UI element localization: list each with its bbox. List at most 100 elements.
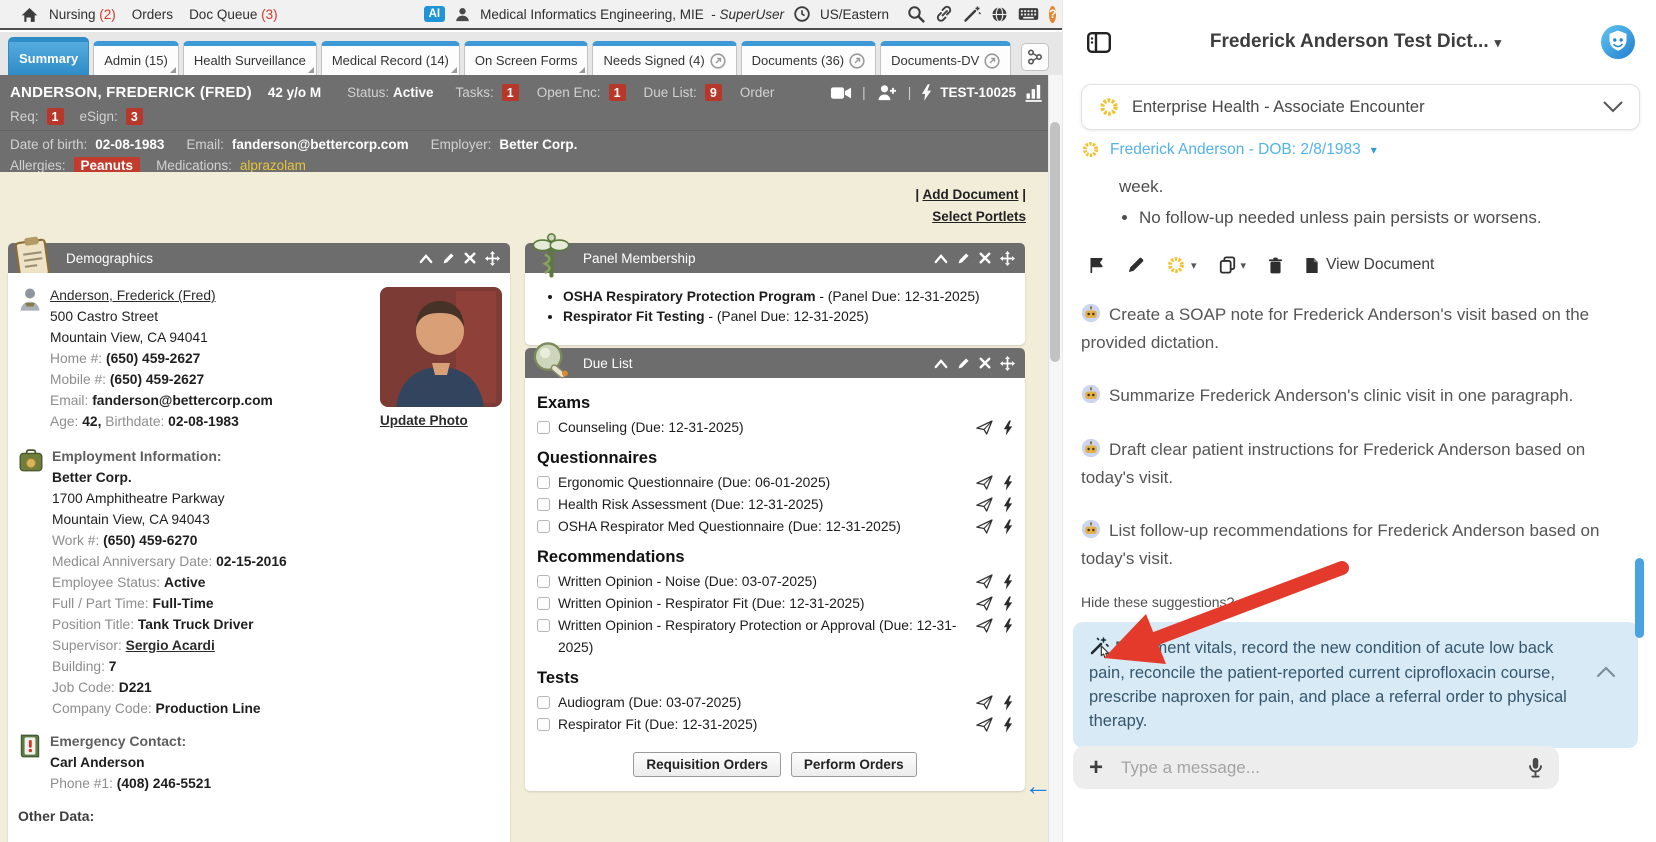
tab-needs-signed[interactable]: Needs Signed (4) [592, 41, 736, 75]
bolt-icon[interactable] [921, 84, 932, 101]
link-icon[interactable] [935, 5, 953, 23]
req-badge[interactable]: 1 [47, 108, 64, 125]
bolt-icon[interactable] [1003, 420, 1013, 436]
action-suggestion[interactable]: Document vitals, record the new conditio… [1073, 622, 1638, 748]
tab-medical-record[interactable]: Medical Record (14) [321, 41, 460, 75]
tab-health-surveillance[interactable]: Health Surveillance [183, 41, 317, 75]
video-camera-icon[interactable] [830, 86, 852, 100]
bolt-icon[interactable] [1003, 519, 1013, 535]
view-document-button[interactable]: View Document [1305, 256, 1434, 274]
patient-name-link[interactable]: Anderson, Frederick (Fred) [50, 288, 216, 303]
tab-summary[interactable]: Summary [8, 37, 89, 75]
requisition-orders-button[interactable]: Requisition Orders [633, 752, 781, 777]
wand-icon[interactable] [963, 5, 981, 23]
due-list-header[interactable]: Due List [525, 348, 1025, 378]
home-icon[interactable] [20, 6, 39, 23]
checkbox[interactable] [537, 718, 550, 731]
flag-icon[interactable] [1089, 257, 1105, 274]
send-icon[interactable] [976, 497, 993, 512]
panel-scrollbar-thumb[interactable] [1635, 558, 1644, 638]
patient-context[interactable]: Frederick Anderson - DOB: 2/8/1983 ▾ [1081, 140, 1640, 159]
panel-membership-header[interactable]: Panel Membership [525, 243, 1025, 273]
tab-settings-button[interactable] [1021, 43, 1049, 71]
assistant-logo[interactable] [1600, 24, 1636, 60]
edit-icon[interactable] [442, 252, 455, 265]
chevron-up-icon[interactable] [1596, 666, 1616, 678]
bolt-icon[interactable] [1003, 618, 1013, 634]
checkbox[interactable] [537, 597, 550, 610]
open-enc-badge[interactable]: 1 [609, 84, 626, 101]
nav-doc-queue[interactable]: Doc Queue (3) [189, 7, 278, 22]
chart-icon[interactable] [1024, 83, 1048, 102]
add-person-icon[interactable] [876, 84, 898, 101]
keyboard-icon[interactable] [1018, 7, 1039, 21]
perform-orders-button[interactable]: Perform Orders [791, 752, 917, 777]
send-icon[interactable] [976, 519, 993, 534]
close-icon[interactable] [979, 252, 991, 264]
add-document-link[interactable]: Add Document [922, 187, 1018, 202]
delete-icon[interactable] [1268, 257, 1283, 274]
hide-suggestions-link[interactable]: Hide these suggestions? [1081, 594, 1640, 610]
edit-icon[interactable] [957, 357, 970, 370]
suggestion-item[interactable]: List follow-up recommendations for Frede… [1081, 517, 1640, 572]
tab-admin[interactable]: Admin (15) [93, 41, 179, 75]
send-icon[interactable] [976, 717, 993, 732]
move-icon[interactable] [1000, 251, 1015, 266]
checkbox[interactable] [537, 476, 550, 489]
checkbox[interactable] [537, 498, 550, 511]
scrollbar-thumb[interactable] [1050, 122, 1060, 362]
suggestion-item[interactable]: Create a SOAP note for Frederick Anderso… [1081, 301, 1640, 356]
select-portlets-link[interactable]: Select Portlets [932, 209, 1026, 224]
medication-link[interactable]: alprazolam [240, 158, 306, 173]
demographics-portlet-header[interactable]: Demographics [8, 243, 510, 273]
order-link[interactable]: Order [740, 85, 775, 100]
edit-icon[interactable] [1127, 257, 1144, 274]
bolt-icon[interactable] [1003, 475, 1013, 491]
message-input[interactable] [1121, 758, 1510, 778]
ai-badge[interactable]: AI [424, 6, 446, 22]
encounter-selector[interactable]: Enterprise Health - Associate Encounter [1081, 84, 1640, 130]
collapse-icon[interactable] [934, 358, 948, 369]
update-photo-link[interactable]: Update Photo [380, 413, 468, 428]
panel-collapse-arrow[interactable]: ← [1024, 770, 1052, 802]
timezone-label[interactable]: US/Eastern [820, 7, 889, 22]
move-icon[interactable] [485, 251, 500, 266]
bolt-icon[interactable] [1003, 717, 1013, 733]
tab-on-screen-forms[interactable]: On Screen Forms [464, 41, 589, 75]
send-icon[interactable] [976, 695, 993, 710]
send-icon[interactable] [976, 574, 993, 589]
eh-actions-dropdown[interactable]: ▾ [1166, 255, 1197, 275]
checkbox[interactable] [537, 520, 550, 533]
microphone-icon[interactable] [1528, 757, 1543, 778]
copy-dropdown[interactable]: ▾ [1219, 256, 1247, 274]
send-icon[interactable] [976, 596, 993, 611]
suggestion-item[interactable]: Draft clear patient instructions for Fre… [1081, 436, 1640, 491]
nav-orders[interactable]: Orders [132, 7, 173, 22]
checkbox[interactable] [537, 696, 550, 709]
sidebar-toggle-icon[interactable] [1087, 32, 1111, 53]
suggestion-item[interactable]: Summarize Frederick Anderson's clinic vi… [1081, 382, 1640, 410]
nav-nursing[interactable]: Nursing (2) [49, 7, 116, 22]
add-attachment-icon[interactable]: + [1089, 756, 1103, 780]
tab-documents[interactable]: Documents (36) [741, 41, 876, 75]
close-icon[interactable] [464, 252, 476, 264]
checkbox[interactable] [537, 575, 550, 588]
bolt-icon[interactable] [1003, 596, 1013, 612]
conversation-title[interactable]: Frederick Anderson Test Dict...▾ [1111, 31, 1600, 53]
close-icon[interactable] [979, 357, 991, 369]
send-icon[interactable] [976, 475, 993, 490]
globe-icon[interactable] [991, 6, 1008, 23]
due-list-badge[interactable]: 9 [705, 84, 722, 101]
search-icon[interactable] [907, 5, 925, 23]
send-icon[interactable] [976, 618, 993, 633]
checkbox[interactable] [537, 421, 550, 434]
send-icon[interactable] [976, 420, 993, 435]
tasks-badge[interactable]: 1 [502, 84, 519, 101]
collapse-icon[interactable] [934, 253, 948, 264]
help-icon[interactable]: ? [1049, 6, 1056, 23]
collapse-icon[interactable] [419, 253, 433, 264]
patient-name[interactable]: ANDERSON, FREDERICK (FRED) [10, 84, 252, 101]
move-icon[interactable] [1000, 356, 1015, 371]
esign-badge[interactable]: 3 [126, 108, 143, 125]
edit-icon[interactable] [957, 252, 970, 265]
